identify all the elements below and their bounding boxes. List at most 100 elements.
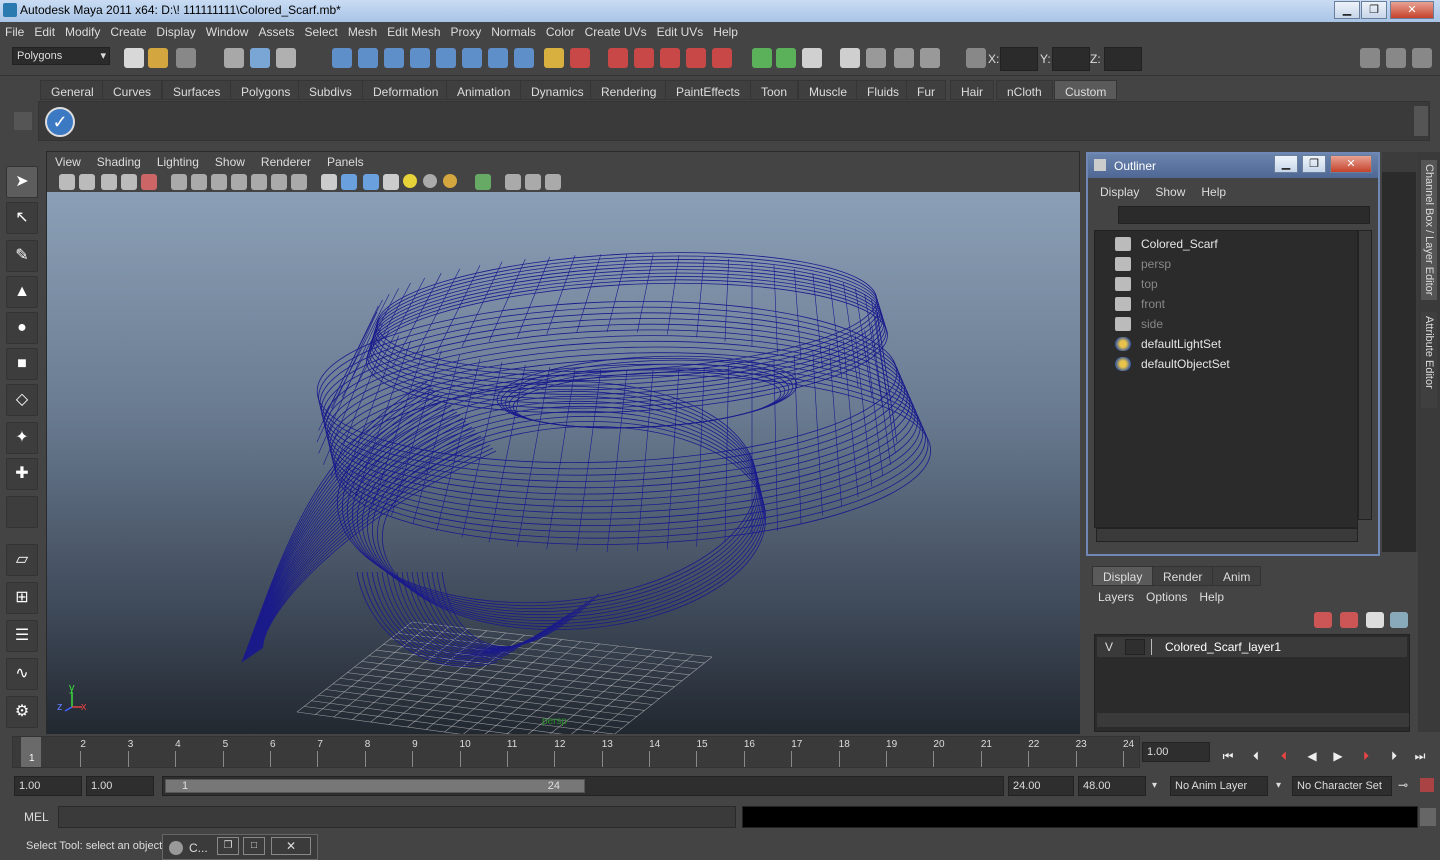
move-tool-icon[interactable]: ▲ xyxy=(6,276,38,308)
save-scene-icon[interactable] xyxy=(176,48,196,68)
menu-edit-uvs[interactable]: Edit UVs xyxy=(652,22,709,39)
step-forward-frame-icon[interactable]: ⏵ xyxy=(1384,746,1404,766)
maximize-button[interactable]: ❐ xyxy=(1361,1,1387,19)
construction-icon[interactable] xyxy=(488,48,508,68)
new-scene-icon[interactable] xyxy=(124,48,144,68)
select-hierarchy-icon[interactable] xyxy=(224,48,244,68)
viewport-menu-lighting[interactable]: Lighting xyxy=(149,152,207,169)
shelf-tab-subdivs[interactable]: Subdivs xyxy=(298,80,363,100)
magnet-icon[interactable] xyxy=(570,48,590,68)
wireframe-on-shaded-icon[interactable] xyxy=(363,174,379,190)
time-slider[interactable]: 123456789101112131415161718192021222324 … xyxy=(12,736,1140,768)
camera-attributes-icon[interactable] xyxy=(79,174,95,190)
rotate-tool-icon[interactable]: ● xyxy=(6,312,38,344)
layer-type-toggle[interactable] xyxy=(1125,639,1145,655)
close-icon[interactable]: ✕ xyxy=(271,837,311,855)
perspective-viewport[interactable]: View Shading Lighting Show Renderer Panels pe… xyxy=(46,151,1080,734)
layer-visibility-toggle[interactable]: V xyxy=(1105,640,1113,654)
outliner-list[interactable]: Colored_Scarf persp top front side defaultLig… xyxy=(1094,230,1358,528)
layer-menu-help[interactable]: Help xyxy=(1193,590,1230,604)
shadows-icon[interactable] xyxy=(443,174,457,188)
step-back-key-icon[interactable]: ⏴ xyxy=(1274,746,1294,766)
universal-manipulator-icon[interactable]: ◇ xyxy=(6,384,38,416)
outliner-vertical-scrollbar[interactable] xyxy=(1358,230,1372,520)
shelf-tab-toon[interactable]: Toon xyxy=(750,80,799,100)
outliner-maximize-button[interactable]: ❐ xyxy=(1302,155,1326,173)
quick-select-icon[interactable] xyxy=(802,48,822,68)
key-icon[interactable]: ⊸ xyxy=(1398,778,1408,792)
menu-edit-mesh[interactable]: Edit Mesh xyxy=(382,22,445,39)
safe-action-icon[interactable] xyxy=(271,174,287,190)
shelf-tab-ncloth[interactable]: nCloth xyxy=(996,80,1053,100)
shelf-scroll-icon[interactable] xyxy=(1414,106,1428,136)
channel-box-tab[interactable]: Channel Box / Layer Editor xyxy=(1421,160,1437,300)
anim-layer-dropdown[interactable]: No Anim Layer xyxy=(1170,776,1268,796)
menu-help[interactable]: Help xyxy=(708,22,743,39)
layer-row[interactable]: V Colored_Scarf_layer1 xyxy=(1097,637,1407,657)
playback-end-field[interactable]: 24.00 xyxy=(1008,776,1074,796)
outliner-menu-show[interactable]: Show xyxy=(1147,182,1193,202)
snap-live-icon[interactable] xyxy=(436,48,456,68)
shelf-menu-icon[interactable] xyxy=(14,112,32,130)
step-forward-key-icon[interactable]: ⏵ xyxy=(1356,746,1376,766)
film-gate-icon[interactable] xyxy=(191,174,207,190)
outliner-item[interactable]: side xyxy=(1115,317,1163,335)
help-icon[interactable] xyxy=(514,48,534,68)
playback-start-field[interactable]: 1.00 xyxy=(86,776,154,796)
snap-curve-icon[interactable] xyxy=(358,48,378,68)
field-chart-icon[interactable] xyxy=(251,174,267,190)
snap-view-plane-icon[interactable] xyxy=(410,48,430,68)
checkmark-icon[interactable]: ✓ xyxy=(45,107,75,137)
default-lighting-icon[interactable] xyxy=(403,174,417,188)
range-slider[interactable]: 1 24 xyxy=(162,776,1004,796)
script-editor-icon[interactable] xyxy=(1420,808,1436,826)
menu-create[interactable]: Create xyxy=(105,22,151,39)
clapper-icon[interactable] xyxy=(840,48,860,68)
select-tool-icon[interactable]: ➤ xyxy=(6,166,38,198)
four-view-layout-icon[interactable]: ⊞ xyxy=(6,582,38,614)
xray-joints-icon[interactable] xyxy=(525,174,541,190)
shelf-tab-polygons[interactable]: Polygons xyxy=(230,80,302,100)
character-set-dropdown[interactable]: No Character Set xyxy=(1292,776,1392,796)
custom-layout-icon[interactable]: ⚙ xyxy=(6,696,38,728)
mel-command-input[interactable] xyxy=(58,806,736,828)
safe-title-icon[interactable] xyxy=(291,174,307,190)
play-backwards-icon[interactable]: ◀ xyxy=(1302,746,1322,766)
go-to-start-icon[interactable]: ⏮ xyxy=(1218,746,1238,766)
render-region-icon[interactable] xyxy=(866,48,886,68)
ipr-render-icon[interactable] xyxy=(634,48,654,68)
new-layer-icon[interactable] xyxy=(1366,612,1384,628)
input-line-icon[interactable] xyxy=(752,48,772,68)
minimize-button[interactable]: ▁ xyxy=(1334,1,1360,19)
outliner-close-button[interactable]: ✕ xyxy=(1330,155,1372,173)
viewport-canvas[interactable]: persp y z x xyxy=(47,192,1080,734)
textured-icon[interactable] xyxy=(383,174,399,190)
select-component-icon[interactable] xyxy=(276,48,296,68)
layer-tab-display[interactable]: Display xyxy=(1092,566,1154,586)
restore-icon[interactable]: ❐ xyxy=(217,837,239,855)
xray-icon[interactable] xyxy=(505,174,521,190)
grease-pencil-icon[interactable] xyxy=(141,174,157,190)
outliner-item[interactable]: Colored_Scarf xyxy=(1115,237,1218,255)
viewport-menu-view[interactable]: View xyxy=(47,152,89,169)
soft-modify-tool-icon[interactable]: ✦ xyxy=(6,422,38,454)
viewport-menu-panels[interactable]: Panels xyxy=(319,152,372,169)
menu-select[interactable]: Select xyxy=(299,22,342,39)
outliner-item[interactable]: front xyxy=(1115,297,1165,315)
viewport-menu-shading[interactable]: Shading xyxy=(89,152,149,169)
layer-tab-render[interactable]: Render xyxy=(1152,566,1214,586)
select-object-icon[interactable] xyxy=(250,48,270,68)
outliner-horizontal-scrollbar[interactable] xyxy=(1096,528,1358,542)
outliner-window[interactable]: Outliner ▁ ❐ ✕ Display Show Help Colored_S… xyxy=(1086,152,1380,556)
menu-modify[interactable]: Modify xyxy=(60,22,105,39)
viewport-menu-show[interactable]: Show xyxy=(207,152,253,169)
layer-name[interactable]: Colored_Scarf_layer1 xyxy=(1165,640,1281,654)
mel-label[interactable]: MEL xyxy=(24,810,49,824)
last-tool-icon[interactable] xyxy=(6,496,38,528)
bookmark-icon[interactable] xyxy=(101,174,117,190)
shelf-tab-muscle[interactable]: Muscle xyxy=(798,80,859,100)
menu-normals[interactable]: Normals xyxy=(486,22,541,39)
animation-end-field[interactable]: 48.00 xyxy=(1078,776,1146,796)
menu-edit[interactable]: Edit xyxy=(29,22,60,39)
outliner-item[interactable]: persp xyxy=(1115,257,1171,275)
